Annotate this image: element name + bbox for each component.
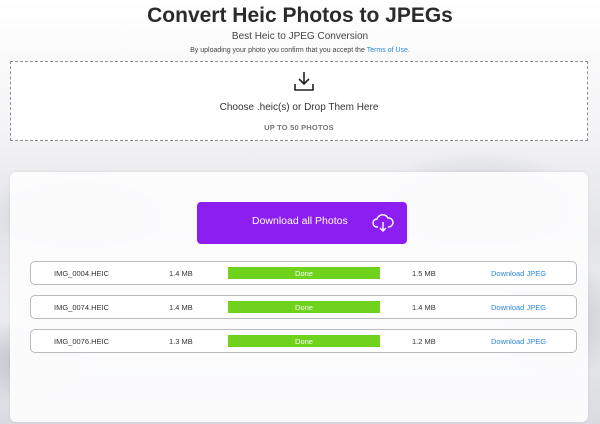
- dropzone-label: Choose .heic(s) or Drop Them Here: [219, 102, 379, 113]
- file-name: IMG_0074.HEIC: [54, 303, 110, 312]
- cloud-download-icon: [372, 214, 394, 232]
- progress-bar: Done: [228, 301, 380, 313]
- converted-size: 1.2 MB: [412, 337, 436, 346]
- converted-size: 1.5 MB: [412, 269, 436, 278]
- file-row: IMG_0004.HEIC 1.4 MB Done 1.5 MB Downloa…: [30, 261, 577, 285]
- dropzone-limit: UP TO 50 PHOTOS: [264, 123, 334, 132]
- consent-text: By uploading your photo you confirm that…: [190, 47, 365, 54]
- converted-size: 1.4 MB: [412, 303, 436, 312]
- original-size: 1.3 MB: [169, 337, 193, 346]
- download-tray-icon: [294, 72, 314, 91]
- page-subtitle: Best Heic to JPEG Conversion: [231, 31, 369, 42]
- file-row: IMG_0074.HEIC 1.4 MB Done 1.4 MB Downloa…: [30, 295, 577, 319]
- upload-dropzone[interactable]: Choose .heic(s) or Drop Them Here UP TO …: [10, 61, 588, 141]
- download-all-button[interactable]: Download all Photos: [197, 202, 407, 244]
- download-jpeg-link[interactable]: Download JPEG: [491, 337, 546, 346]
- status-label: Done: [295, 303, 313, 312]
- terms-consent: By uploading your photo you confirm that…: [0, 47, 600, 54]
- download-all-label: Download all Photos: [252, 215, 348, 227]
- status-label: Done: [295, 269, 313, 278]
- status-label: Done: [295, 337, 313, 346]
- terms-of-use-link[interactable]: Terms of Use.: [367, 47, 410, 54]
- download-jpeg-link[interactable]: Download JPEG: [491, 269, 546, 278]
- file-name: IMG_0076.HEIC: [54, 337, 110, 346]
- download-jpeg-link[interactable]: Download JPEG: [491, 303, 546, 312]
- file-row: IMG_0076.HEIC 1.3 MB Done 1.2 MB Downloa…: [30, 329, 577, 353]
- page-title: Convert Heic Photos to JPEGs: [147, 4, 453, 27]
- file-name: IMG_0004.HEIC: [54, 269, 110, 278]
- progress-bar: Done: [228, 335, 380, 347]
- progress-bar: Done: [228, 267, 380, 279]
- results-panel: Download all Photos IMG_0004.HEIC 1.4 MB…: [10, 172, 588, 422]
- original-size: 1.4 MB: [169, 269, 193, 278]
- original-size: 1.4 MB: [169, 303, 193, 312]
